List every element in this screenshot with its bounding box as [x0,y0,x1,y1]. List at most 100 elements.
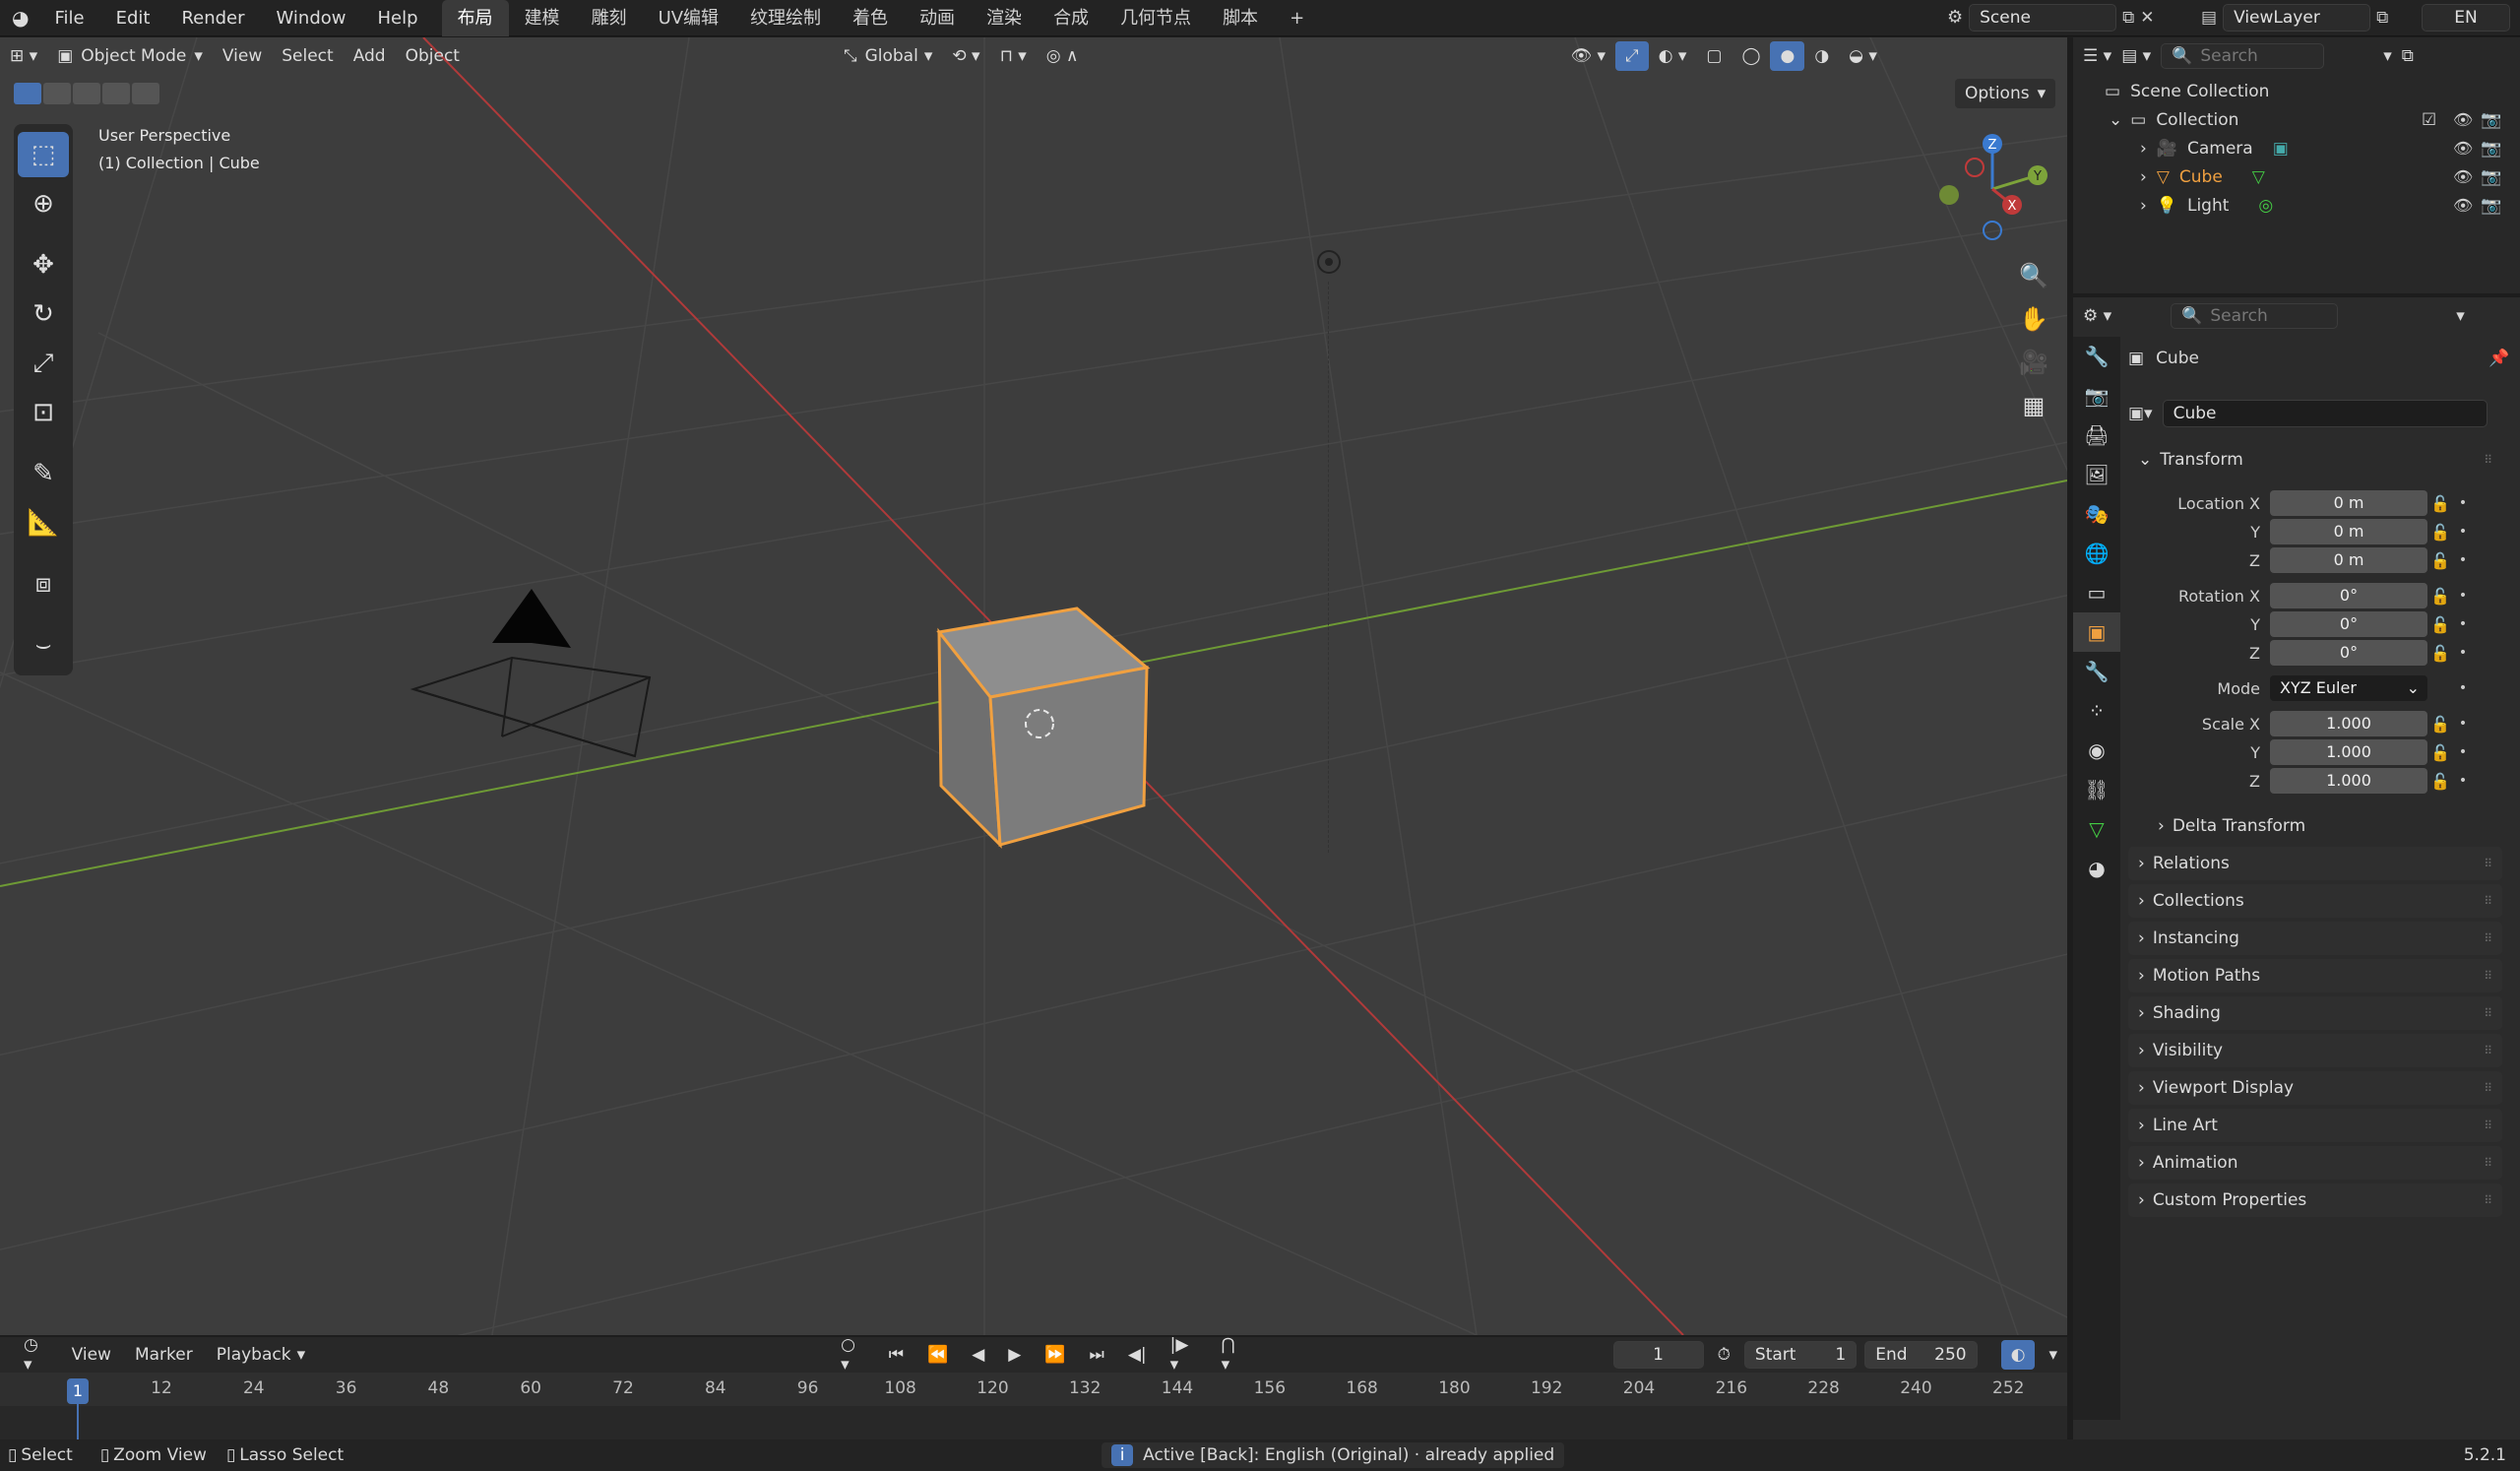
visibility-icon[interactable]: 👁 ▾ [1560,41,1615,71]
current-frame-field[interactable]: 1 [1612,1341,1704,1369]
lock-icon[interactable]: 🔓 [2427,494,2453,513]
proportional-edit-icon[interactable]: ◎ ∧ [1037,41,1089,71]
particles-tab-icon[interactable]: ⁘ [2073,691,2120,731]
shading-rendered-icon[interactable]: ◒ ▾ [1839,41,1887,71]
collapse-icon[interactable]: ⌄ [2109,110,2122,130]
workspace-tab-uv-editing[interactable]: UV编辑 [643,0,735,36]
data-tab-icon[interactable]: ▽ [2073,809,2120,849]
outliner-search-input[interactable]: 🔍 Search [2161,43,2325,69]
move-icon[interactable]: ✥ [18,242,69,288]
select-invert-icon[interactable] [102,83,130,104]
physics-tab-icon[interactable]: ◉ [2073,731,2120,770]
shading-wireframe-icon[interactable]: ◯ [1732,41,1770,71]
panel-line-art[interactable]: › Line Art ⠿ [2128,1109,2502,1142]
scale-icon[interactable]: ⤢ [18,341,69,386]
new-viewlayer-icon[interactable]: ⧉ [2376,4,2388,32]
timeline-options-icon[interactable]: ▾ [2039,1340,2067,1370]
eye-icon[interactable]: 👁 [2453,110,2473,129]
blender-logo-icon[interactable]: ◕ [0,0,38,36]
properties-options-icon[interactable]: ▾ [2456,306,2465,326]
timeline-sync-icon[interactable]: ◐ [2000,1340,2036,1370]
transform-panel-header[interactable]: ⌄ Transform ⠿ [2128,443,2502,477]
add-workspace-button[interactable]: + [1274,0,1320,36]
gizmo-toggle-icon[interactable]: ⤢ [1614,41,1649,71]
lock-icon[interactable]: 🔓 [2427,615,2453,634]
viewport-menu-add[interactable]: Add [344,41,396,71]
select-new-icon[interactable] [14,83,41,104]
3d-viewport[interactable] [0,37,2067,1335]
light-object[interactable] [1309,242,1349,282]
play-reverse-icon[interactable]: ◀ [962,1340,994,1370]
perspective-grid-icon[interactable]: ▦ [2012,384,2055,427]
panel-custom-properties[interactable]: › Custom Properties ⠿ [2128,1183,2502,1217]
scene-collection-row[interactable]: ▭ Scene Collection [2073,77,2269,105]
rotation-mode-dropdown[interactable]: XYZ Euler ⌄ [2270,675,2427,701]
render-tab-icon[interactable]: 📷 [2073,376,2120,416]
camera-view-icon[interactable]: 🎥 [2012,341,2055,384]
material-tab-icon[interactable]: ◕ [2073,849,2120,888]
cursor-icon[interactable]: ⊕ [18,181,69,226]
pivot-icon[interactable]: ⟲ ▾ [942,41,989,71]
frame-ruler[interactable]: 12 24 36 48 60 72 84 96 108 120 132 144 156 168 180 192… [0,1373,2067,1406]
snap-icon[interactable]: ⊓ ▾ [990,41,1037,71]
zoom-icon[interactable]: 🔍 [2012,254,2055,297]
keyframe-icon[interactable]: • [2453,680,2473,696]
render-camera-icon[interactable]: 📷 [2481,167,2501,187]
workspace-tab-modeling[interactable]: 建模 [509,0,576,36]
menu-edit[interactable]: Edit [100,0,166,36]
delta-transform-subpanel[interactable]: › Delta Transform [2148,809,2502,843]
panel-motion-paths[interactable]: › Motion Paths ⠿ [2128,959,2502,992]
menu-render[interactable]: Render [165,0,260,36]
lock-icon[interactable]: 🔓 [2427,743,2453,762]
rotation-x-field[interactable]: 0° [2270,583,2427,608]
panel-viewport-display[interactable]: › Viewport Display ⠿ [2128,1071,2502,1105]
shading-solid-icon[interactable]: ● [1770,41,1805,71]
panel-instancing[interactable]: › Instancing ⠿ [2128,922,2502,955]
new-collection-icon[interactable]: ⧉ [2402,46,2414,66]
cube-object[interactable] [925,569,1162,855]
rotation-y-field[interactable]: 0° [2270,611,2427,637]
delete-scene-icon[interactable]: ✕ [2140,4,2154,32]
menu-file[interactable]: File [38,0,99,36]
constraints-tab-icon[interactable]: ⛓ [2073,770,2120,809]
scene-tab-icon[interactable]: 🎭 [2073,494,2120,534]
xray-icon[interactable]: ▢ [1696,41,1732,71]
eye-icon[interactable]: 👁 [2453,196,2473,215]
location-x-field[interactable]: 0 m [2270,490,2427,516]
transform-icon[interactable]: ⊡ [18,390,69,435]
workspace-tab-texture-paint[interactable]: 纹理绘制 [734,0,837,36]
pin-icon[interactable]: 📌 [2488,349,2509,368]
collection-row[interactable]: ⌄ ▭ Collection ☑ 👁 📷 [2073,105,2520,134]
menu-window[interactable]: Window [261,0,362,36]
keyframe-icon[interactable]: • [2453,616,2473,632]
keyframe-icon[interactable]: • [2453,744,2473,760]
extrude-curve-icon[interactable]: ⌣ [18,622,69,668]
world-tab-icon[interactable]: 🌐 [2073,534,2120,573]
keyframe-icon[interactable]: • [2453,495,2473,511]
scale-y-field[interactable]: 1.000 [2270,739,2427,765]
stopwatch-icon[interactable]: ⏱ [1708,1340,1740,1370]
add-cube-icon[interactable]: ⧈ [18,561,69,607]
workspace-tab-shading[interactable]: 着色 [837,0,904,36]
workspace-tab-animation[interactable]: 动画 [904,0,971,36]
panel-shading[interactable]: › Shading ⠿ [2128,996,2502,1030]
select-extend-icon[interactable] [43,83,71,104]
keyframe-next-icon[interactable]: |▶ ▾ [1161,1335,1208,1375]
select-intersect-icon[interactable] [132,83,159,104]
outliner-editor-icon[interactable]: ☰ ▾ [2083,46,2111,66]
viewlayer-field[interactable]: ViewLayer [2223,4,2371,32]
workspace-tab-geometry-nodes[interactable]: 几何节点 [1104,0,1207,36]
properties-search-input[interactable]: 🔍 Search [2171,303,2339,329]
render-camera-icon[interactable]: 📷 [2481,110,2501,130]
play-icon[interactable]: ▶ [998,1340,1031,1370]
outliner-item-light[interactable]: › 💡 Light ◎ 👁 📷 [2073,191,2520,220]
playhead[interactable]: 1 [67,1378,89,1404]
render-camera-icon[interactable]: 📷 [2481,196,2501,216]
eye-icon[interactable]: 👁 [2453,139,2473,158]
panel-animation[interactable]: › Animation ⠿ [2128,1146,2502,1180]
transform-orientation-dropdown[interactable]: ⤡ Global ▾ [834,41,942,71]
view-layer-tab-icon[interactable]: 🖼 [2073,455,2120,494]
pan-hand-icon[interactable]: ✋ [2012,297,2055,341]
rotate-icon[interactable]: ↻ [18,291,69,337]
viewport-menu-select[interactable]: Select [272,41,343,71]
